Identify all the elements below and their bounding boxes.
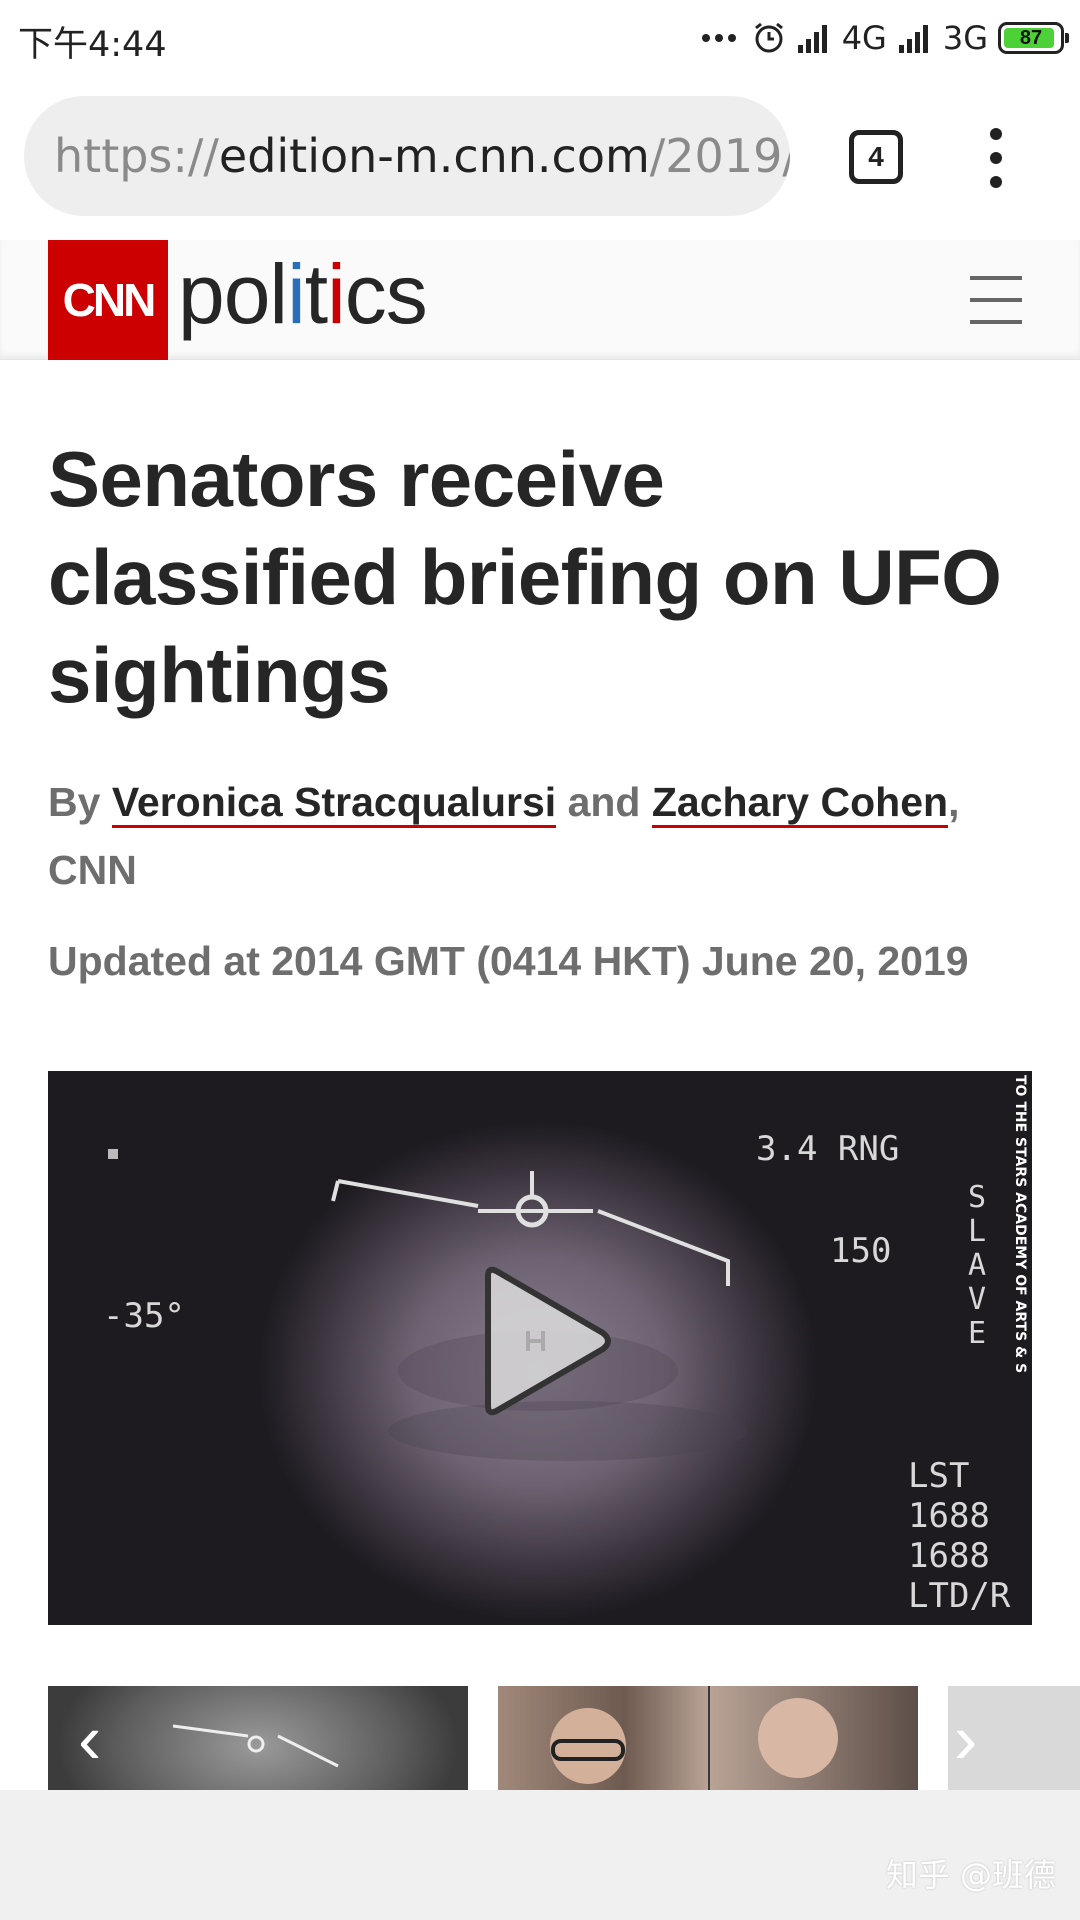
tab-switcher-button[interactable]: 4 xyxy=(849,130,903,184)
overlay-ltd: LTD/R xyxy=(908,1576,1011,1616)
network-type-2: 3G xyxy=(942,19,988,57)
overlay-1688-a: 1688 xyxy=(908,1496,990,1536)
video-thumbnail[interactable]: › xyxy=(948,1686,1080,1790)
overlay-angle: -35° xyxy=(103,1296,185,1336)
thumbnail-people xyxy=(550,1686,838,1790)
cnn-logo[interactable]: CNN xyxy=(48,240,168,360)
status-icons: 4G 3G 87 xyxy=(701,14,1069,62)
network-type-1: 4G xyxy=(841,19,887,57)
overlay-speed: 150 xyxy=(830,1231,892,1271)
watermark: 知乎 @班德 xyxy=(885,1856,1056,1894)
browser-toolbar: https://edition-m.cnn.com/2019/ 4 xyxy=(0,78,1080,240)
carousel-prev-icon[interactable]: ‹ xyxy=(78,1704,101,1774)
alarm-icon xyxy=(754,22,783,53)
byline: By Veronica Stracqualursi and Zachary Co… xyxy=(48,779,960,893)
more-notifications-icon xyxy=(701,34,736,42)
play-icon[interactable] xyxy=(468,1261,618,1421)
status-time: 下午4:44 xyxy=(18,25,167,65)
video-player[interactable]: 3.4 RNG 150 -35° SLAVE LST 1688 1688 LTD… xyxy=(48,1071,1032,1625)
hamburger-menu-icon[interactable] xyxy=(970,276,1022,324)
bottom-panel: 知乎 @班德 xyxy=(0,1790,1080,1920)
url-text: https://edition-m.cnn.com/2019/ xyxy=(54,129,790,183)
signal-hd-icon xyxy=(797,25,827,53)
section-title[interactable]: politics xyxy=(178,252,428,336)
battery-icon: 87 xyxy=(998,22,1069,54)
overlay-range: 3.4 RNG xyxy=(756,1129,900,1169)
status-bar: 下午4:44 4G 3G 87 xyxy=(0,0,1080,78)
overlay-lst: LST xyxy=(908,1456,970,1496)
carousel-next-icon[interactable]: › xyxy=(954,1704,977,1774)
overlay-1688-b: 1688 xyxy=(908,1536,990,1576)
author-link-2[interactable]: Zachary Cohen xyxy=(651,779,949,828)
signal-icon xyxy=(898,25,928,53)
video-thumbnail[interactable] xyxy=(498,1686,918,1790)
video-carousel: ‹ › xyxy=(48,1686,1080,1790)
article-headline: Senators receive classified briefing on … xyxy=(48,435,1002,719)
site-header: CNN politics xyxy=(0,240,1080,360)
author-link-1[interactable]: Veronica Stracqualursi xyxy=(111,779,557,828)
address-bar[interactable]: https://edition-m.cnn.com/2019/ xyxy=(24,96,790,216)
thumbnail-reticle xyxy=(172,1724,339,1768)
overflow-menu-icon[interactable] xyxy=(984,128,1008,188)
battery-level: 87 xyxy=(1019,26,1043,49)
overlay-slave: SLAVE xyxy=(968,1180,987,1351)
video-thumbnail[interactable]: ‹ xyxy=(48,1686,468,1790)
updated-timestamp: Updated at 2014 GMT (0414 HKT) June 20, … xyxy=(48,938,969,984)
video-credit: TO THE STARS ACADEMY OF ARTS & S xyxy=(1012,1075,1028,1374)
